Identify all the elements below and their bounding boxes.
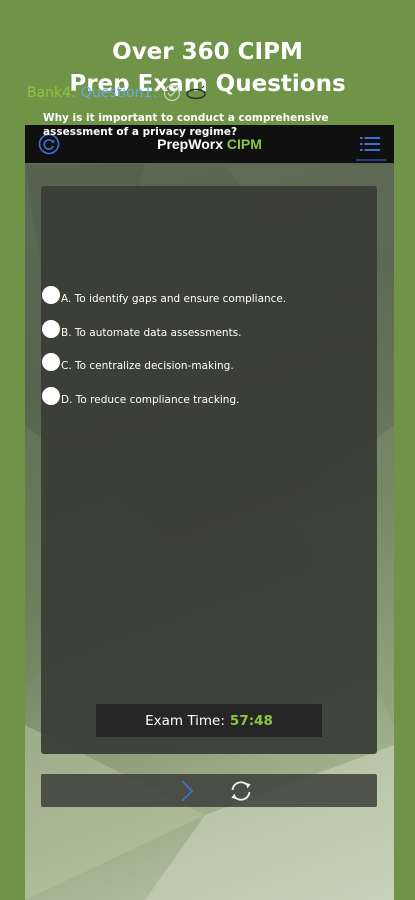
question-card xyxy=(41,186,377,754)
option-b-text: B. To automate data assessments. xyxy=(61,327,242,339)
option-b[interactable]: B. To automate data assessments. xyxy=(42,320,242,339)
exam-timer: Exam Time: 57:48 xyxy=(96,704,322,737)
exam-timer-value: 57:48 xyxy=(229,712,273,729)
check-circle-icon[interactable] xyxy=(163,84,181,102)
option-d-text: D. To reduce compliance tracking. xyxy=(61,394,240,406)
list-menu-icon[interactable] xyxy=(360,135,380,153)
option-c-radio[interactable] xyxy=(42,353,60,371)
option-c-text: C. To centralize decision-making. xyxy=(61,360,234,372)
headline-line-1: Over 360 CIPM xyxy=(112,39,303,65)
question-header: Bank4: Question1: xyxy=(27,84,207,102)
menu-underline xyxy=(356,159,386,161)
exam-timer-label: Exam Time: xyxy=(145,712,225,729)
option-d-radio[interactable] xyxy=(42,387,60,405)
option-c[interactable]: C. To centralize decision-making. xyxy=(42,353,234,372)
question-text: Why is it important to conduct a compreh… xyxy=(43,112,329,138)
option-d[interactable]: D. To reduce compliance tracking. xyxy=(42,387,240,406)
option-a-radio[interactable] xyxy=(42,286,60,304)
bank-label: Bank4: xyxy=(27,85,76,101)
option-a[interactable]: A. To identify gaps and ensure complianc… xyxy=(42,286,287,305)
eye-icon[interactable] xyxy=(185,85,207,101)
option-a-text: A. To identify gaps and ensure complianc… xyxy=(61,293,287,305)
question-number: Question1: xyxy=(80,85,158,101)
chevron-right-icon[interactable] xyxy=(179,779,195,803)
bottom-nav-bar xyxy=(41,774,377,807)
reload-icon[interactable] xyxy=(227,778,255,804)
option-b-radio[interactable] xyxy=(42,320,60,338)
